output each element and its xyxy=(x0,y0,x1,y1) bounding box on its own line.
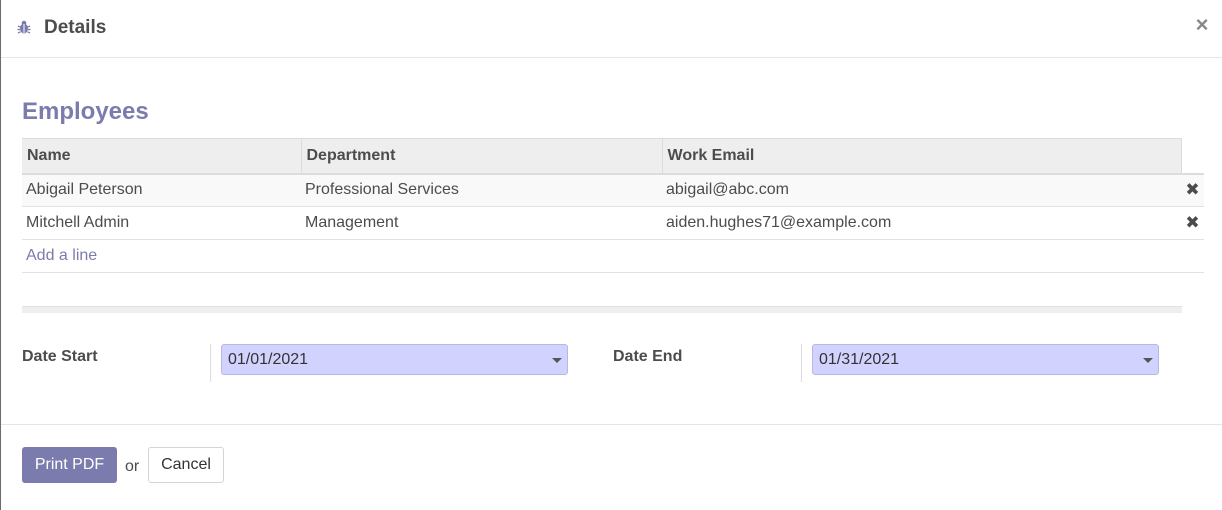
date-start-field[interactable]: 01/01/2021 xyxy=(221,344,568,375)
delete-row-icon[interactable]: ✖ xyxy=(1181,173,1204,207)
table-row[interactable]: Mitchell Admin Management aiden.hughes71… xyxy=(22,206,1204,240)
details-dialog: Details × Employees Name Department Work… xyxy=(0,0,1222,510)
date-start-label: Date Start xyxy=(22,348,98,365)
or-separator-text: or xyxy=(125,458,140,475)
dialog-footer: Print PDF or Cancel xyxy=(1,424,1222,510)
cancel-button[interactable]: Cancel xyxy=(148,447,224,483)
caret-down-icon[interactable] xyxy=(552,358,562,363)
cell-department[interactable]: Management xyxy=(301,206,662,240)
add-line-row: Add a line xyxy=(22,239,1204,273)
print-pdf-button[interactable]: Print PDF xyxy=(22,447,117,483)
caret-down-icon[interactable] xyxy=(1143,358,1153,363)
date-end-label: Date End xyxy=(613,348,683,365)
cell-department[interactable]: Professional Services xyxy=(301,173,662,207)
table-header-row: Name Department Work Email xyxy=(22,138,1204,175)
column-header-actions xyxy=(1181,138,1204,175)
delete-row-icon[interactable]: ✖ xyxy=(1181,206,1204,240)
date-end-value: 01/31/2021 xyxy=(819,351,900,368)
dialog-title: Details xyxy=(44,17,107,38)
dialog-header: Details × xyxy=(1,0,1222,58)
cell-work-email[interactable]: aiden.hughes71@example.com xyxy=(662,206,1181,240)
table-row[interactable]: Abigail Peterson Professional Services a… xyxy=(22,173,1204,207)
column-header-work-email[interactable]: Work Email xyxy=(662,138,1182,175)
column-header-name[interactable]: Name xyxy=(22,138,302,175)
add-a-line-link[interactable]: Add a line xyxy=(26,247,97,264)
employees-table: Name Department Work Email Abigail Peter… xyxy=(22,138,1204,273)
close-icon[interactable]: × xyxy=(1190,12,1214,38)
date-start-value: 01/01/2021 xyxy=(228,351,309,368)
column-header-department[interactable]: Department xyxy=(301,138,663,175)
cell-work-email[interactable]: abigail@abc.com xyxy=(662,173,1181,207)
bug-icon xyxy=(17,20,31,34)
field-separator xyxy=(210,344,211,382)
cell-name[interactable]: Mitchell Admin xyxy=(22,206,301,240)
table-footer-bar xyxy=(22,306,1182,313)
employees-heading: Employees xyxy=(22,98,149,125)
date-end-field[interactable]: 01/31/2021 xyxy=(812,344,1159,375)
cell-name[interactable]: Abigail Peterson xyxy=(22,173,301,207)
field-separator xyxy=(801,344,802,382)
